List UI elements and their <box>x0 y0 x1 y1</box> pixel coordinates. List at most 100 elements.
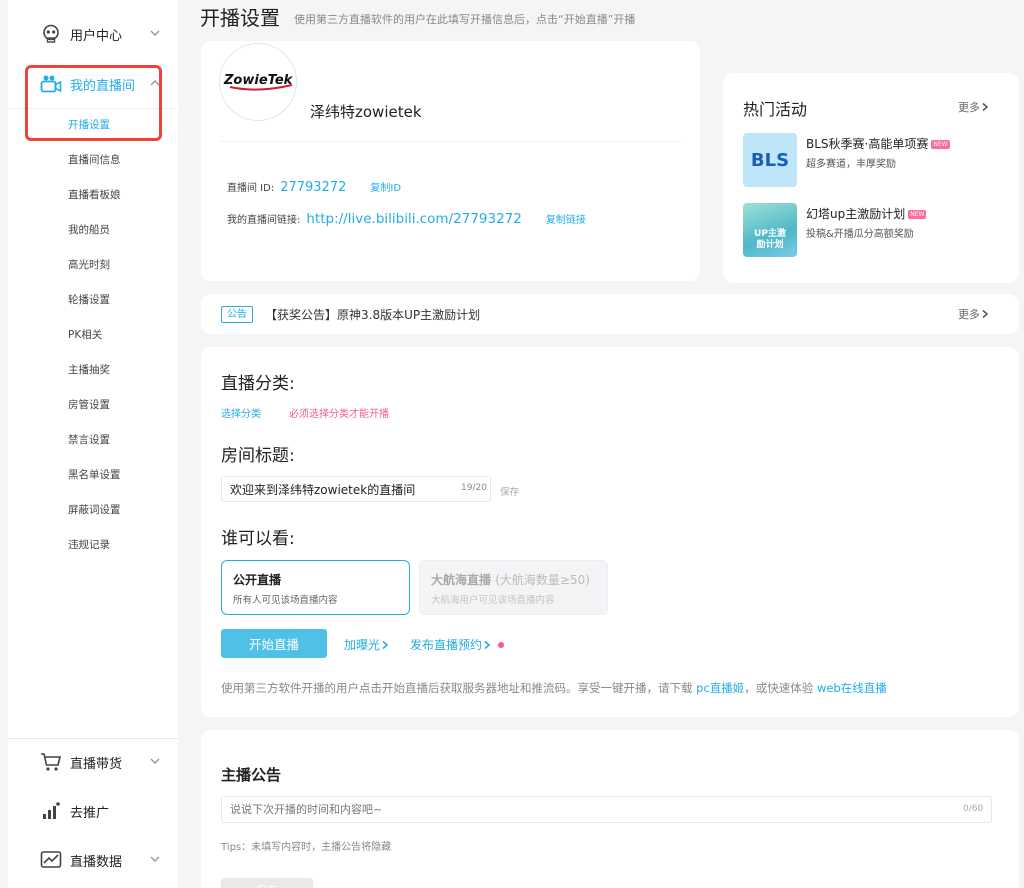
live-settings-card: 直播分类: 选择分类 必须选择分类才能开播 房间标题: 19/20 保存 谁可以… <box>201 347 1019 717</box>
nav-live-data-label: 直播数据 <box>70 854 123 870</box>
activity-subtitle: 超多赛道，丰厚奖励 <box>806 159 896 170</box>
divider <box>221 141 681 142</box>
note-text: ，或快速体验 <box>744 681 817 695</box>
room-title-label: 房间标题: <box>221 446 295 466</box>
sub-item-highlights[interactable]: 高光时刻 <box>8 248 178 283</box>
room-info-card: ZowieTek 泽纬特zowietek 直播间 ID: 27793272 复制… <box>201 41 700 281</box>
avatar[interactable]: ZowieTek <box>219 43 297 121</box>
sub-item-moderators[interactable]: 房管设置 <box>8 388 178 423</box>
third-party-note: 使用第三方软件开播的用户点击开始直播后获取服务器地址和推流码。享受一键开播，请下… <box>221 680 887 696</box>
nav-live-data[interactable]: 直播数据 <box>8 840 178 880</box>
activity-thumb-text: UP主激励计划 <box>754 229 786 250</box>
cart-icon <box>40 751 62 773</box>
room-title-input[interactable] <box>221 476 491 502</box>
nav-promote-label: 去推广 <box>70 805 110 821</box>
web-live-link[interactable]: web在线直播 <box>817 681 887 695</box>
select-category-link[interactable]: 选择分类 <box>221 405 261 420</box>
activity-item[interactable]: UP主激励计划 幻塔up主激励计划 NEW 投稿&开播瓜分高额奖励 <box>743 203 1013 259</box>
sub-item-room-info[interactable]: 直播间信息 <box>8 143 178 178</box>
activity-subtitle: 投稿&开播瓜分高额奖励 <box>806 229 914 240</box>
public-live-option[interactable]: 公开直播 所有人可见该场直播内容 <box>221 560 410 615</box>
note-text: 使用第三方软件开播的用户点击开始直播后获取服务器地址和推流码。享受一键开播，请下… <box>221 681 697 695</box>
announcement-title: 主播公告 <box>221 766 282 784</box>
chevron-down-icon <box>150 30 160 36</box>
nav-promote[interactable]: 去推广 <box>8 791 178 831</box>
notice-bar: 公告 【获奖公告】原神3.8版本UP主激励计划 更多 <box>201 294 1019 334</box>
notification-dot <box>498 641 505 648</box>
title-char-count: 19/20 <box>461 483 487 493</box>
schedule-live-link[interactable]: 发布直播预约 <box>410 636 505 653</box>
boost-exposure-link[interactable]: 加曝光 <box>344 636 390 653</box>
room-id-label: 直播间 ID: <box>227 183 275 194</box>
announcement-char-count: 0/60 <box>963 804 984 814</box>
activity-name: 幻塔up主激励计划 NEW <box>806 205 927 222</box>
room-link-row: 我的直播间链接: http://live.bilibili.com/277932… <box>227 211 586 227</box>
save-title-button[interactable]: 保存 <box>500 484 519 498</box>
bar-chart-icon <box>40 800 62 822</box>
zowietek-logo: ZowieTek <box>223 73 294 91</box>
chevron-down-icon <box>150 758 160 764</box>
more-label: 更多 <box>958 308 980 321</box>
save-announcement-button[interactable]: 保存 <box>221 878 313 888</box>
activity-name: BLS秋季赛·高能单项赛 NEW <box>806 135 950 152</box>
fleet-live-desc: 大航海用户可见该场直播内容 <box>431 595 555 606</box>
fleet-live-hint: (大航海数量≥50) <box>495 573 590 587</box>
skull-icon <box>40 23 62 45</box>
notice-text[interactable]: 【获奖公告】原神3.8版本UP主激励计划 <box>265 306 480 323</box>
fleet-live-title: 大航海直播 (大航海数量≥50) <box>431 571 596 588</box>
nav-live-goods[interactable]: 直播带货 <box>8 742 178 782</box>
nav-user-center[interactable]: 用户中心 <box>8 14 178 54</box>
activity-name-text: BLS秋季赛·高能单项赛 <box>806 137 929 151</box>
sub-item-blocked-words[interactable]: 屏蔽词设置 <box>8 493 178 528</box>
nav-live-goods-label: 直播带货 <box>70 756 123 772</box>
highlight-box <box>25 65 162 141</box>
hot-activities-card: 热门活动 更多 BLS BLS秋季赛·高能单项赛 NEW 超多赛道，丰厚奖励 UP… <box>723 73 1019 283</box>
public-live-desc: 所有人可见该场直播内容 <box>233 595 338 606</box>
room-link-value[interactable]: http://live.bilibili.com/27793272 <box>306 211 521 227</box>
activity-item[interactable]: BLS BLS秋季赛·高能单项赛 NEW 超多赛道，丰厚奖励 <box>743 133 1013 189</box>
page-description: 使用第三方直播软件的用户在此填写开播信息后，点击“开始直播”开播 <box>294 13 636 26</box>
hot-more-link[interactable]: 更多 <box>958 99 990 115</box>
sub-item-lottery[interactable]: 主播抽奖 <box>8 353 178 388</box>
nav-user-center-label: 用户中心 <box>70 28 123 44</box>
room-link-label: 我的直播间链接: <box>227 215 301 226</box>
sub-item-violations[interactable]: 违规记录 <box>8 528 178 563</box>
line-chart-icon <box>40 849 62 871</box>
notice-more-link[interactable]: 更多 <box>958 306 990 322</box>
sub-item-mute[interactable]: 禁言设置 <box>8 423 178 458</box>
sub-item-mascot[interactable]: 直播看板娘 <box>8 178 178 213</box>
sub-nav-list: 开播设置 直播间信息 直播看板娘 我的船员 高光时刻 轮播设置 PK相关 主播抽… <box>8 108 178 563</box>
logo-text: ZowieTek <box>223 73 294 88</box>
audience-label: 谁可以看: <box>221 529 295 549</box>
sub-item-pk[interactable]: PK相关 <box>8 318 178 353</box>
sidebar: 用户中心 我的直播间 开播设置 直播间信息 直播看板娘 我的船员 高光时刻 轮播… <box>8 0 178 888</box>
new-badge: NEW <box>908 210 927 219</box>
room-id-value: 27793272 <box>280 180 347 195</box>
chevron-right-icon <box>982 102 989 112</box>
category-required-hint: 必须选择分类才能开播 <box>289 409 389 420</box>
chevron-right-icon <box>484 640 491 649</box>
sub-item-blacklist[interactable]: 黑名单设置 <box>8 458 178 493</box>
copy-id-link[interactable]: 复制ID <box>370 179 401 194</box>
hot-activities-title: 热门活动 <box>743 100 808 119</box>
sidebar-divider <box>8 738 178 739</box>
sub-item-crew[interactable]: 我的船员 <box>8 213 178 248</box>
more-label: 更多 <box>958 101 980 114</box>
start-live-button[interactable]: 开始直播 <box>221 629 327 658</box>
announcement-tips: Tips：未填写内容时，主播公告将隐藏 <box>221 842 392 853</box>
room-id-row: 直播间 ID: 27793272 复制ID <box>227 179 401 195</box>
boost-label: 加曝光 <box>344 638 381 652</box>
fleet-live-option[interactable]: 大航海直播 (大航海数量≥50) 大航海用户可见该场直播内容 <box>419 560 608 615</box>
activity-thumbnail: UP主激励计划 <box>743 203 797 257</box>
chevron-right-icon <box>382 640 389 649</box>
announcement-card: 主播公告 0/60 Tips：未填写内容时，主播公告将隐藏 保存 <box>201 730 1019 888</box>
copy-link-button[interactable]: 复制链接 <box>546 211 586 226</box>
sub-item-carousel[interactable]: 轮播设置 <box>8 283 178 318</box>
activity-thumbnail: BLS <box>743 133 797 187</box>
pc-live-app-link[interactable]: pc直播姬 <box>696 681 744 695</box>
schedule-label: 发布直播预约 <box>410 638 483 652</box>
activity-thumb-text: BLS <box>750 149 790 171</box>
announcement-input[interactable] <box>221 796 992 823</box>
new-badge: NEW <box>931 140 950 149</box>
chevron-down-icon <box>150 856 160 862</box>
